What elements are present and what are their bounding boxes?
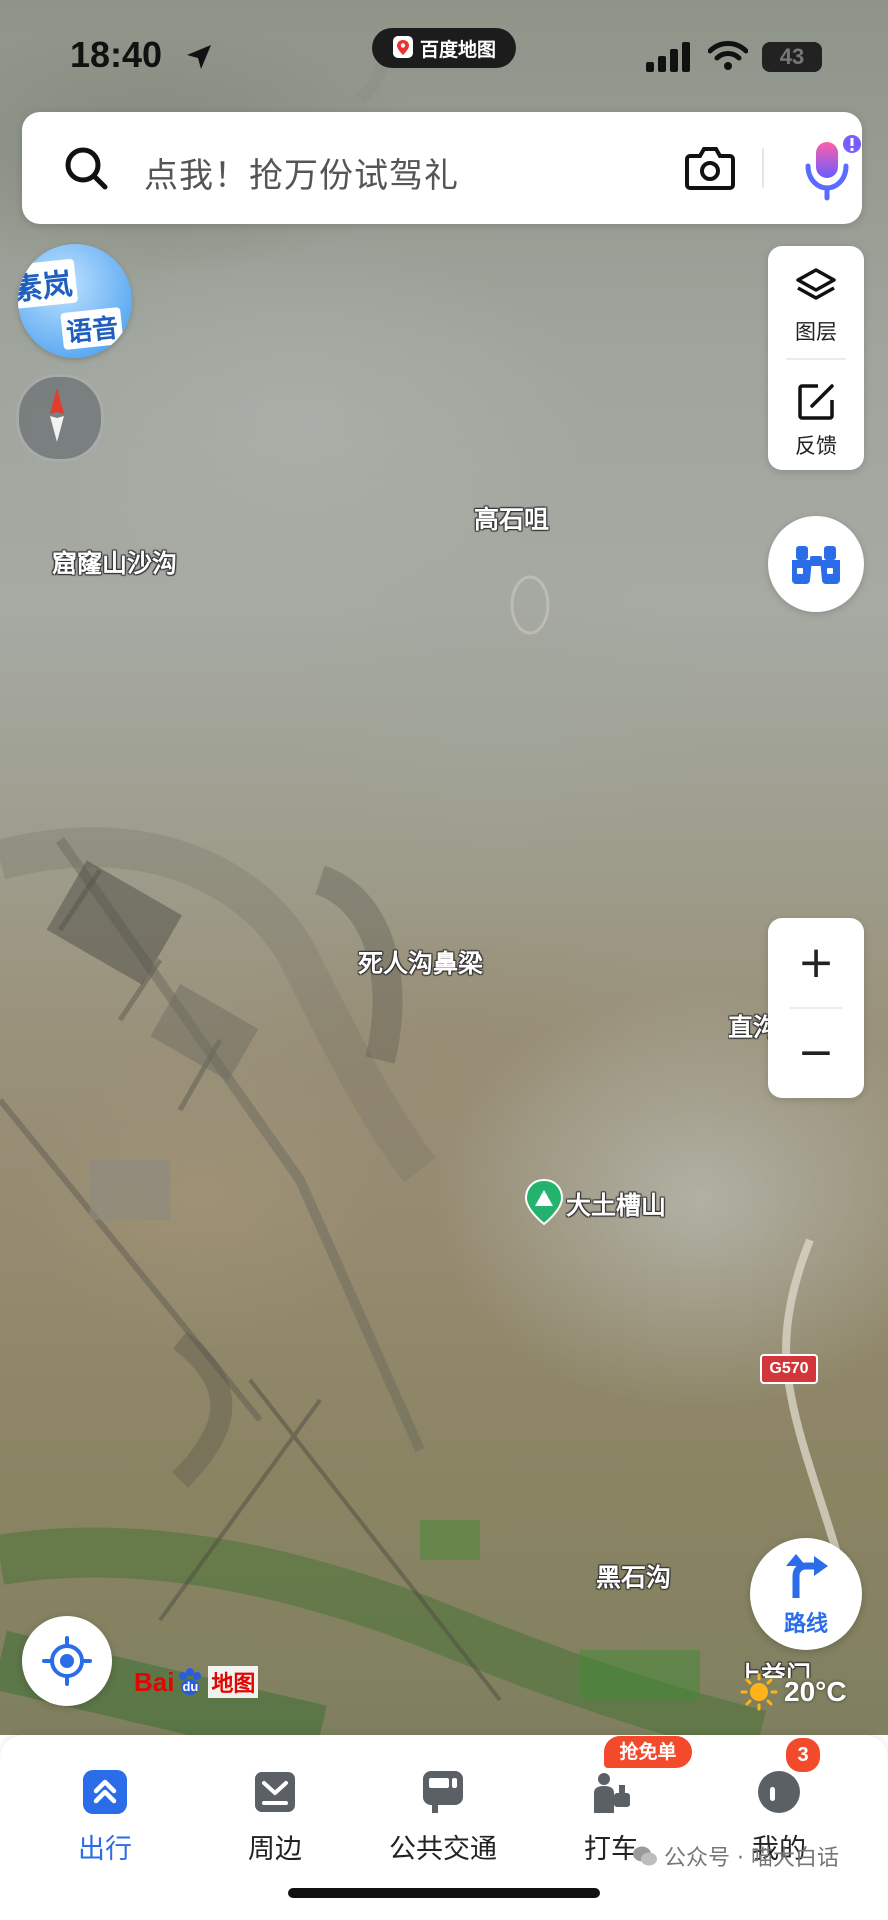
feedback-label: 反馈 [795,434,837,458]
compass-icon [50,388,64,442]
binoculars-icon [792,546,840,584]
feedback-edit-icon [798,384,834,420]
profile-icon [758,1771,800,1813]
map-label-heishigou[interactable]: 黑石沟 [596,1558,671,1594]
travel-icon [83,1770,127,1814]
compass-button[interactable] [16,374,104,462]
search-icon [65,147,108,190]
home-indicator[interactable] [288,1888,600,1898]
map-label-sirengou[interactable]: 死人沟鼻梁 [358,944,483,980]
zoom-in-button[interactable]: + [768,918,864,1008]
route-button[interactable]: 路线 [750,1538,862,1650]
search-placeholder[interactable]: 点我！抢万份试驾礼 [144,148,459,197]
street-view-button[interactable] [768,516,864,612]
layers-label: 图层 [795,320,837,344]
cellular-signal-icon [646,42,690,72]
temperature-text: 20°C [784,1676,847,1707]
route-arrow-icon [786,1554,828,1598]
camera-icon[interactable] [684,144,736,192]
voice-bubble-line2: 语音 [60,306,124,351]
zoom-out-button[interactable]: − [768,1008,864,1098]
weather-widget[interactable]: 20°C [740,1672,847,1712]
voice-assistant-bubble[interactable]: 素岚 语音 [18,244,132,358]
logo-text-bai: Bai [134,1666,175,1697]
tab-public-transit[interactable]: 公共交通 [368,1755,518,1865]
layers-button[interactable]: 图层 [768,246,864,356]
taxi-icon [594,1773,630,1813]
layers-icon [796,268,836,300]
nearby-icon [255,1772,295,1812]
tab-nearby[interactable]: 周边 [200,1755,350,1865]
voice-bubble-line1: 素岚 [18,258,79,310]
tab-travel-label: 出行 [78,1834,132,1865]
satellite-map[interactable]: 高石咀 窟窿山沙沟 死人沟鼻梁 直沟 大土槽山 G570 黑石沟 上益门 [0,0,888,1735]
sun-icon [740,1673,778,1711]
watermark: 公众号 · 喵大白话 [632,1840,839,1872]
logo-text-ditu: 地图 [208,1666,259,1698]
map-label-datucaoshan[interactable]: 大土槽山 [566,1186,666,1222]
voice-mic-icon[interactable] [794,132,864,208]
search-bar[interactable]: 点我！抢万份试驾礼 [22,112,862,224]
map-label-gaoshiju[interactable]: 高石咀 [474,500,549,536]
wechat-icon [633,1846,657,1866]
zoom-control: + − [768,918,864,1098]
wifi-icon [708,41,748,70]
bus-icon [423,1771,463,1813]
crosshair-locate-icon [42,1636,92,1686]
logo-text-du: du [182,1678,199,1694]
road-shield-g570[interactable]: G570 [760,1354,818,1384]
taxi-promo-badge: 抢免单 [604,1736,692,1768]
app-indicator-label: 百度地图 [419,38,496,61]
battery-indicator: 43 [762,42,822,72]
feedback-button[interactable]: 反馈 [768,360,864,470]
notification-count-badge: 3 [784,1736,822,1774]
search-divider [762,148,764,188]
map-label-zhi[interactable]: 直沟 [728,1008,768,1044]
baidu-map-pin-icon [392,36,413,58]
location-arrow-icon [187,45,211,69]
status-bar: 18:40 百度地图 43 [0,0,888,110]
tab-travel[interactable]: 出行 [30,1755,180,1865]
locate-me-button[interactable] [22,1616,112,1706]
mountain-pin-icon[interactable] [524,1178,564,1226]
route-label: 路线 [783,1612,828,1637]
map-terrain-texture [0,38,854,1735]
layer-feedback-panel: 图层 反馈 [768,246,864,470]
tab-nearby-label: 周边 [248,1834,302,1865]
watermark-text: 公众号 · 喵大白话 [664,1846,839,1871]
status-time: 18:40 [70,34,163,75]
baidu-map-logo: Bai du 地图 [134,1662,259,1702]
app-indicator-pill[interactable]: 百度地图 [372,28,516,68]
tab-public-transit-label: 公共交通 [389,1834,497,1865]
map-label-kulongshan[interactable]: 窟窿山沙沟 [52,544,177,580]
